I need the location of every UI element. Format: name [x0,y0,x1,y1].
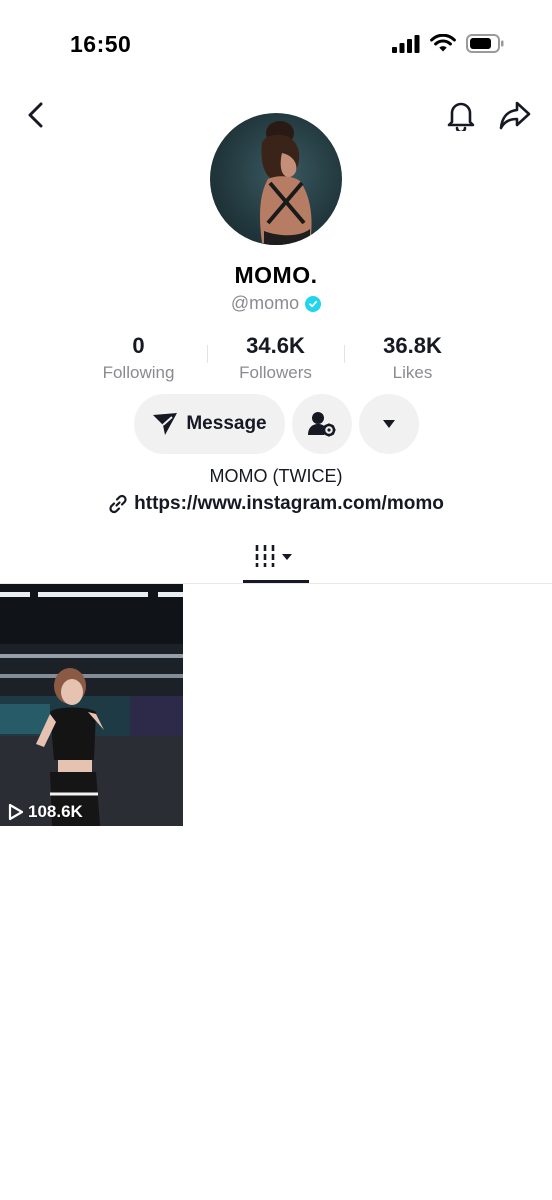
back-icon[interactable] [24,100,48,130]
user-settings-button[interactable] [292,394,352,454]
avatar[interactable] [210,113,342,245]
signal-icon [392,34,420,53]
bio-link[interactable]: https://www.instagram.com/momo [0,493,552,515]
dropdown-icon [383,420,395,428]
video-preview [0,584,183,826]
video-thumbnail[interactable]: 108.6K [0,584,183,826]
link-text: https://www.instagram.com/momo [134,493,444,514]
bio: MOMO (TWICE) [209,466,343,486]
status-icons [392,34,504,53]
message-button-label: Message [186,413,267,434]
display-name: MOMO. [234,262,318,288]
link-icon [109,494,127,514]
avatar-photo [260,121,312,245]
user-settings-icon [308,412,336,437]
tab-videos[interactable] [243,542,309,583]
content-tabs [0,530,552,584]
stat-following[interactable]: 0 Following [70,333,207,383]
wifi-icon [430,34,456,52]
stat-label: Following [102,363,175,382]
grid-icon [255,545,292,567]
stat-value: 34.6K [246,333,305,358]
battery-icon [466,34,504,53]
play-icon [8,803,24,821]
status-time: 16:50 [70,31,132,57]
video-views-text: 108.6K [28,802,83,821]
stat-label: Followers [239,363,312,382]
status-bar: 16:50 [0,0,552,90]
stat-likes[interactable]: 36.8K Likes [344,333,481,383]
tab-active-indicator [243,580,309,583]
stat-label: Likes [392,363,433,382]
message-button[interactable]: Message [134,394,285,454]
profile-actions: Message [134,394,419,454]
profile-stats: 0 Following 34.6K Followers 36.8K Likes [70,333,482,383]
stat-value: 0 [132,333,145,358]
username-row: @momo [0,293,552,314]
stat-value: 36.8K [383,333,442,358]
video-view-count: 108.6K [8,802,83,822]
username: @momo [230,293,300,313]
bell-icon[interactable] [446,99,476,131]
more-options-button[interactable] [359,394,419,454]
verified-icon [305,295,322,312]
share-icon[interactable] [498,100,532,130]
send-icon [153,413,178,435]
stat-followers[interactable]: 34.6K Followers [207,333,344,383]
